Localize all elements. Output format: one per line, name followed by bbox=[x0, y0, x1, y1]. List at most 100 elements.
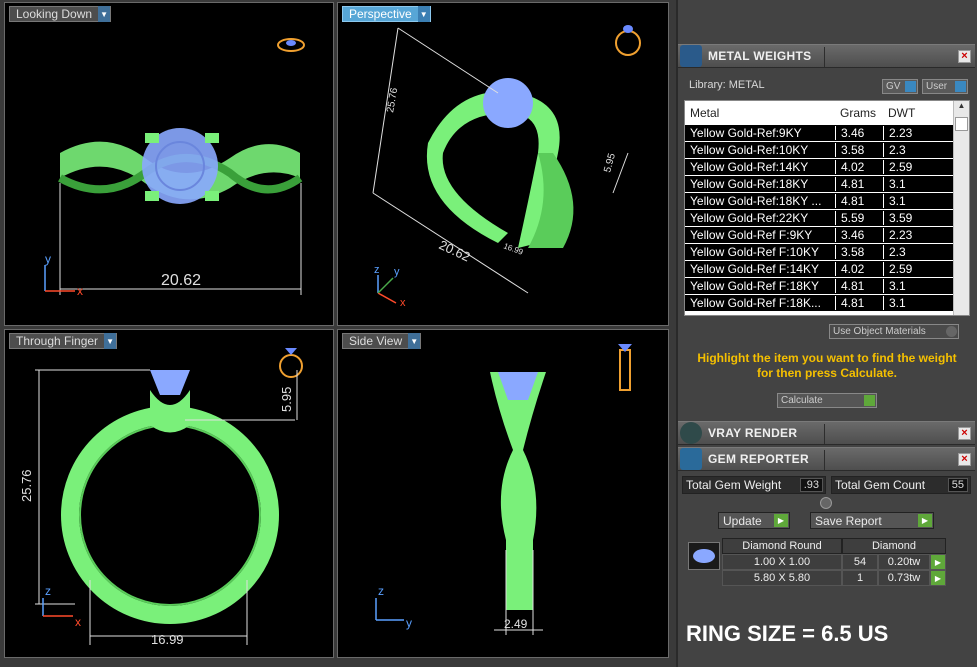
column-header: Diamond bbox=[842, 538, 946, 554]
table-cell: 3.1 bbox=[883, 177, 941, 191]
metal-icon bbox=[680, 45, 702, 67]
mini-ring-icon bbox=[615, 25, 641, 56]
table-header: Diamond Round Diamond bbox=[722, 538, 946, 554]
mini-ring-icon bbox=[618, 344, 632, 391]
table-cell: 2.59 bbox=[883, 160, 941, 174]
table-cell: 4.02 bbox=[835, 160, 883, 174]
row-action-button[interactable]: ▶ bbox=[930, 554, 946, 570]
table-cell: 2.23 bbox=[883, 126, 941, 140]
table-cell: 0.73tw bbox=[878, 570, 930, 586]
column-header[interactable]: Metal bbox=[685, 106, 835, 120]
table-row[interactable]: Yellow Gold-Ref:14KY 4.02 2.59 bbox=[685, 159, 969, 176]
table-cell: 3.46 bbox=[835, 228, 883, 242]
table-cell: 4.81 bbox=[835, 177, 883, 191]
table-row[interactable]: Yellow Gold-Ref F:14KY 4.02 2.59 bbox=[685, 261, 969, 278]
metal-weights-title: METAL WEIGHTS bbox=[708, 49, 812, 63]
table-cell: Yellow Gold-Ref F:10KY bbox=[690, 245, 819, 259]
table-cell: 3.1 bbox=[883, 296, 941, 310]
svg-text:z: z bbox=[45, 584, 51, 598]
gem-icon bbox=[688, 542, 720, 570]
table-row[interactable]: Yellow Gold-Ref F:10KY 3.58 2.3 bbox=[685, 244, 969, 261]
svg-text:z: z bbox=[374, 264, 380, 276]
svg-text:5.95: 5.95 bbox=[279, 387, 294, 412]
dimension-width: 20.62 bbox=[161, 272, 201, 289]
table-cell: 5.80 X 5.80 bbox=[722, 570, 842, 586]
svg-text:5.95: 5.95 bbox=[602, 152, 618, 174]
svg-text:y: y bbox=[406, 616, 412, 630]
scroll-thumb[interactable] bbox=[955, 117, 968, 131]
table-cell: 2.3 bbox=[883, 245, 941, 259]
update-button[interactable]: Update ▶ bbox=[718, 512, 790, 529]
svg-text:20.62: 20.62 bbox=[437, 237, 473, 264]
viewport-through-finger[interactable]: Through Finger ▼ 25.76 5.95 16.99 z x bbox=[4, 329, 334, 658]
table-body: Yellow Gold-Ref:9KY 3.46 2.23 Yellow Gold-R… bbox=[685, 125, 969, 312]
total-gem-count-field: Total Gem Count 55 bbox=[831, 476, 971, 494]
library-label: Library: METAL bbox=[689, 79, 765, 91]
table-cell: Yellow Gold-Ref:22KY bbox=[690, 211, 809, 225]
table-cell: 3.59 bbox=[883, 211, 941, 225]
vray-render-header[interactable]: VRAY RENDER × bbox=[678, 421, 975, 445]
use-object-materials-checkbox[interactable]: Use Object Materials bbox=[829, 324, 959, 339]
metal-weights-table[interactable]: Metal Grams DWT Yellow Gold-Ref:9KY 3.46 2… bbox=[684, 100, 970, 316]
table-cell: 4.02 bbox=[835, 262, 883, 276]
mini-ring-icon bbox=[279, 348, 303, 378]
column-header[interactable]: Grams bbox=[835, 106, 883, 120]
scrollbar[interactable]: ▲ bbox=[953, 101, 969, 315]
table-row[interactable]: Yellow Gold-Ref F:18KY 4.81 3.1 bbox=[685, 278, 969, 295]
table-cell: 3.58 bbox=[835, 245, 883, 259]
table-cell: 2.3 bbox=[883, 143, 941, 157]
table-row[interactable]: Yellow Gold-Ref:10KY 3.58 2.3 bbox=[685, 142, 969, 159]
close-icon[interactable]: × bbox=[958, 453, 971, 466]
table-cell: 54 bbox=[842, 554, 878, 570]
table-cell: 4.81 bbox=[835, 296, 883, 310]
ring-front-view: 25.76 5.95 16.99 z x bbox=[19, 348, 303, 647]
svg-text:25.76: 25.76 bbox=[385, 87, 400, 114]
table-row[interactable]: Yellow Gold-Ref:18KY 4.81 3.1 bbox=[685, 176, 969, 193]
save-report-button[interactable]: Save Report ▶ bbox=[810, 512, 934, 529]
metal-weights-header[interactable]: METAL WEIGHTS × bbox=[678, 44, 975, 68]
ring-perspective-view: 25.76 20.62 5.95 16.99 z y x bbox=[372, 25, 641, 309]
close-icon[interactable]: × bbox=[958, 50, 971, 63]
table-cell: Yellow Gold-Ref:10KY bbox=[690, 143, 809, 157]
svg-text:y: y bbox=[45, 252, 51, 266]
table-row[interactable]: Yellow Gold-Ref:18KY ... 4.81 3.1 bbox=[685, 193, 969, 210]
user-toggle[interactable]: User bbox=[922, 79, 968, 94]
collapse-handle[interactable] bbox=[820, 497, 832, 509]
table-cell: 1 bbox=[842, 570, 878, 586]
table-row[interactable]: 1.00 X 1.00 54 0.20tw ▶ bbox=[722, 554, 946, 570]
table-cell: 2.23 bbox=[883, 228, 941, 242]
table-cell: 4.81 bbox=[835, 279, 883, 293]
report-icon bbox=[680, 448, 702, 470]
gem-reporter-header[interactable]: GEM REPORTER × bbox=[678, 447, 975, 471]
viewport-perspective[interactable]: Perspective ▼ 25.76 20.62 5.95 16.99 z y bbox=[337, 2, 669, 326]
table-cell: Yellow Gold-Ref:18KY bbox=[690, 177, 809, 191]
calculate-button[interactable]: Calculate bbox=[777, 393, 877, 408]
viewport-side-view[interactable]: Side View ▼ 2.49 z y bbox=[337, 329, 669, 658]
close-icon[interactable]: × bbox=[958, 427, 971, 440]
table-cell: Yellow Gold-Ref:18KY ... bbox=[690, 194, 822, 208]
table-cell: 2.59 bbox=[883, 262, 941, 276]
column-header[interactable]: DWT bbox=[883, 106, 941, 120]
ring-size-label: RING SIZE = 6.5 US bbox=[686, 621, 889, 646]
total-gem-weight-field: Total Gem Weight .93 bbox=[682, 476, 826, 494]
ring-side-view: 2.49 z y bbox=[375, 344, 632, 635]
svg-text:x: x bbox=[77, 284, 83, 298]
table-header: Metal Grams DWT bbox=[685, 101, 969, 125]
table-row[interactable]: Yellow Gold-Ref F:9KY 3.46 2.23 bbox=[685, 227, 969, 244]
viewport-looking-down[interactable]: Looking Down ▼ 20.62 y x bbox=[4, 2, 334, 326]
svg-text:2.49: 2.49 bbox=[504, 617, 528, 631]
scroll-up-icon[interactable]: ▲ bbox=[954, 101, 969, 115]
gv-toggle[interactable]: GV bbox=[882, 79, 918, 94]
table-row[interactable]: 5.80 X 5.80 1 0.73tw ▶ bbox=[722, 570, 946, 586]
row-action-button[interactable]: ▶ bbox=[930, 570, 946, 586]
svg-text:y: y bbox=[394, 266, 400, 278]
total-gem-count-value: 55 bbox=[947, 478, 968, 492]
table-cell: Yellow Gold-Ref F:18K... bbox=[690, 296, 821, 310]
table-row[interactable]: Yellow Gold-Ref F:18K... 4.81 3.1 bbox=[685, 295, 969, 312]
table-cell: Yellow Gold-Ref F:18KY bbox=[690, 279, 819, 293]
mini-ring-icon bbox=[277, 38, 305, 52]
table-cell: 3.46 bbox=[835, 126, 883, 140]
table-row[interactable]: Yellow Gold-Ref:22KY 5.59 3.59 bbox=[685, 210, 969, 227]
table-row[interactable]: Yellow Gold-Ref:9KY 3.46 2.23 bbox=[685, 125, 969, 142]
gem-reporter-title: GEM REPORTER bbox=[708, 452, 809, 466]
